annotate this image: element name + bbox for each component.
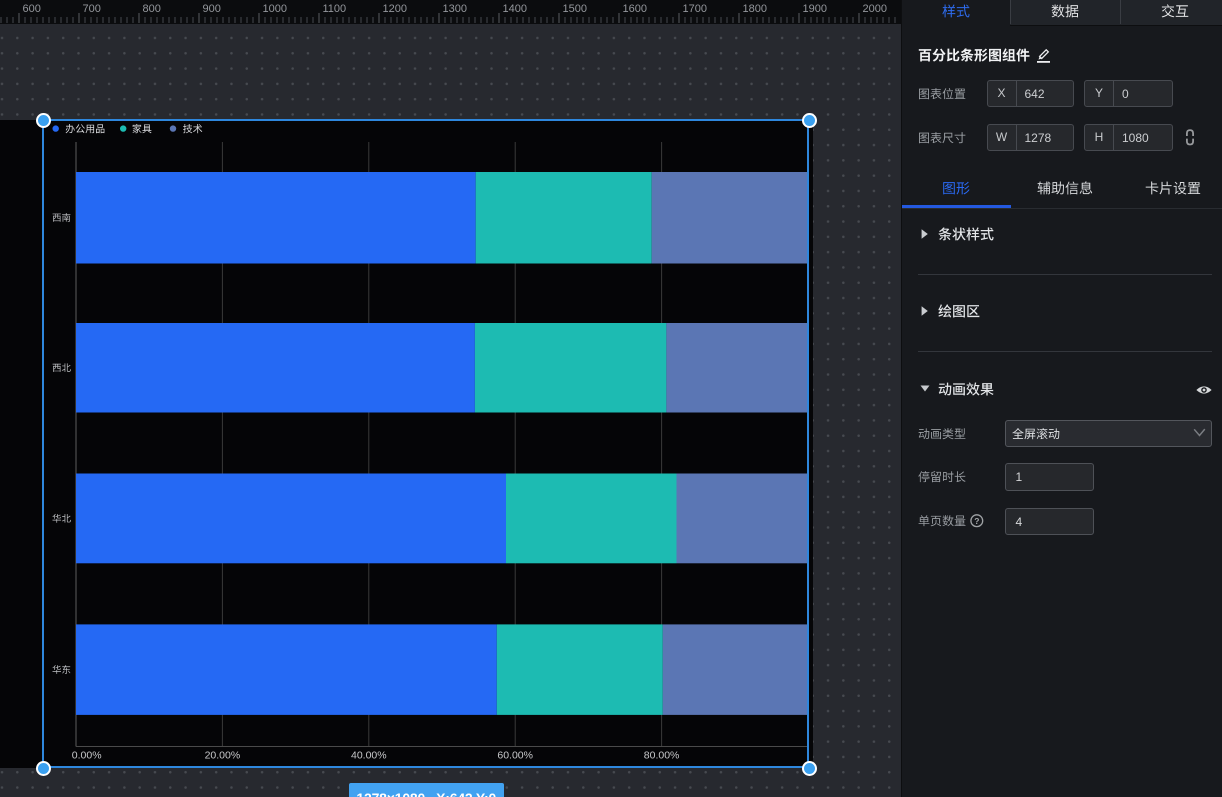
svg-text:1900: 1900 xyxy=(803,3,827,15)
svg-text:900: 900 xyxy=(203,3,221,15)
svg-text:1700: 1700 xyxy=(683,3,707,15)
svg-text:?: ? xyxy=(974,516,979,526)
svg-text:1300: 1300 xyxy=(443,3,467,15)
svg-text:1100: 1100 xyxy=(323,3,347,15)
svg-text:600: 600 xyxy=(23,3,41,15)
svg-text:700: 700 xyxy=(83,3,101,15)
svg-text:1800: 1800 xyxy=(743,3,767,15)
svg-text:1500: 1500 xyxy=(563,3,587,15)
svg-text:1000: 1000 xyxy=(263,3,287,15)
svg-text:800: 800 xyxy=(143,3,161,15)
svg-text:1200: 1200 xyxy=(383,3,407,15)
svg-text:1400: 1400 xyxy=(503,3,527,15)
svg-text:2000: 2000 xyxy=(863,3,887,15)
svg-text:1600: 1600 xyxy=(623,3,647,15)
